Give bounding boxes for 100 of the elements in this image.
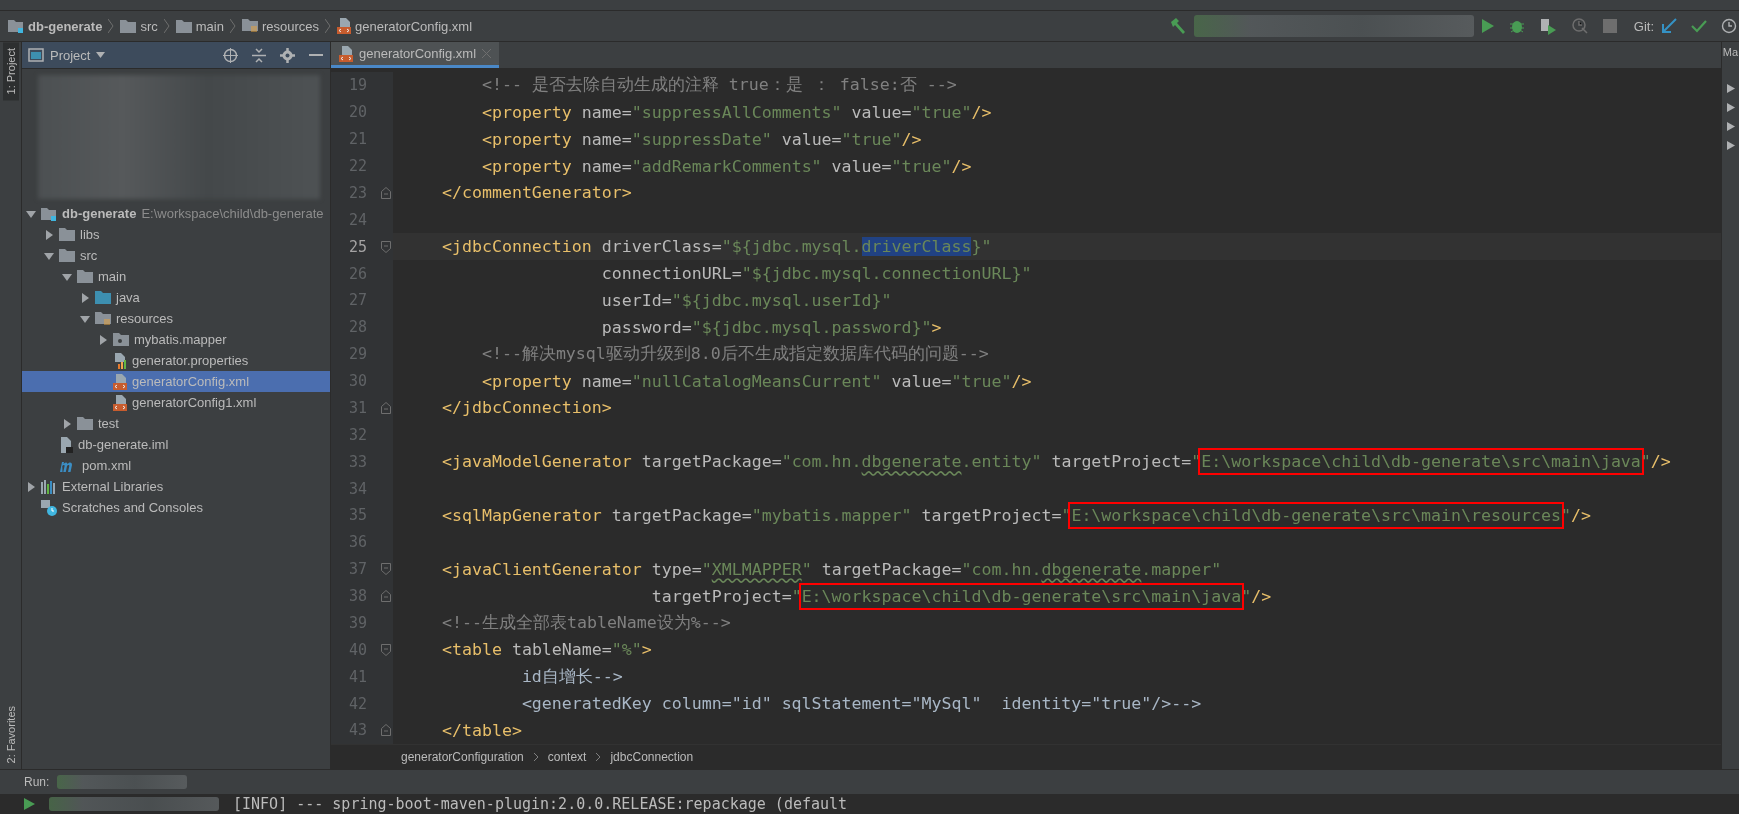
fold-marker-icon[interactable]: [381, 563, 391, 576]
tree-item-label: generatorConfig1.xml: [132, 395, 257, 410]
fold-marker-icon[interactable]: [381, 724, 391, 737]
package-folder-icon: [113, 333, 129, 346]
caret-icon[interactable]: [96, 52, 106, 58]
crosshair-icon[interactable]: [223, 47, 238, 63]
tree-item[interactable]: generatorConfig1.xml: [22, 392, 330, 413]
minimize-icon[interactable]: [309, 53, 323, 57]
fold-marker-icon[interactable]: [381, 186, 391, 199]
project-view-title[interactable]: Project: [50, 47, 91, 63]
tree-item[interactable]: Scratches and Consoles: [22, 497, 330, 518]
collapsed-arrow-icon[interactable]: [62, 418, 72, 429]
xml-tag: </commentGenerator>: [402, 183, 632, 203]
attribute-value: "mybatis.mapper": [751, 505, 912, 525]
attribute-value: dbgenerate: [1041, 559, 1142, 581]
project-tool-tab[interactable]: 1: Project: [2, 42, 19, 101]
tree-item[interactable]: generator.properties: [22, 350, 330, 371]
expanded-arrow-icon[interactable]: [62, 271, 72, 282]
tree-item[interactable]: pom.xml: [22, 455, 330, 476]
attribute-value: "true": [891, 156, 952, 176]
tree-item[interactable]: main: [22, 266, 330, 287]
triangle-icon[interactable]: [1726, 84, 1735, 93]
history-clock-icon[interactable]: [1721, 18, 1737, 34]
collapsed-arrow-icon[interactable]: [26, 481, 36, 492]
favorites-tool-tab[interactable]: 2: Favorites: [2, 699, 19, 769]
settings-icon[interactable]: [280, 47, 295, 63]
run-icon[interactable]: [1480, 18, 1495, 34]
editor-tab[interactable]: generatorConfig.xml: [331, 42, 500, 68]
attribute-name: type=: [650, 559, 702, 579]
resources-folder-icon: [241, 19, 258, 33]
code-comment: <!--解决mysql驱动升级到8.0后不生成指定数据库代码的问题-->: [480, 343, 989, 366]
attribute-name: name=: [580, 371, 632, 391]
structure-breadcrumb[interactable]: context: [547, 750, 587, 764]
structure-breadcrumb[interactable]: generatorConfiguration: [401, 750, 524, 764]
xml-tag: />: [1251, 586, 1272, 606]
triangle-icon[interactable]: [1726, 103, 1735, 112]
tree-item[interactable]: mybatis.mapper: [22, 329, 330, 350]
expanded-arrow-icon[interactable]: [26, 208, 36, 219]
tree-item-label: java: [116, 290, 140, 305]
xml-tag: />: [1570, 505, 1591, 525]
tree-item[interactable]: db-generate.iml: [22, 434, 330, 455]
attribute-name: userId=: [600, 290, 672, 310]
xml-tag: >: [641, 640, 652, 660]
tree-item[interactable]: db-generate E:\workspace\child\db-generate: [22, 203, 330, 224]
update-arrow-icon[interactable]: [1661, 18, 1677, 34]
tree-item-label: generator.properties: [132, 353, 249, 368]
breadcrumb-item[interactable]: db-generate: [8, 18, 103, 34]
module-folder-icon: [41, 206, 57, 221]
chevron-icon: [229, 19, 236, 33]
fold-marker-icon[interactable]: [381, 240, 391, 253]
tree-item-label: libs: [80, 227, 100, 242]
fold-marker-icon[interactable]: [381, 643, 391, 656]
attribute-name: value=: [850, 102, 912, 122]
expanded-arrow-icon[interactable]: [44, 250, 54, 261]
xml-tag: <jdbcConnection: [402, 237, 592, 257]
expanded-arrow-icon[interactable]: [80, 313, 90, 324]
run-icon[interactable]: [24, 798, 35, 810]
breadcrumb-item[interactable]: main: [175, 18, 224, 34]
tree-item-label: db-generate: [62, 206, 137, 221]
tree-item[interactable]: test: [22, 413, 330, 434]
stop-icon[interactable]: [1602, 19, 1617, 33]
run-label: Run:: [24, 775, 50, 789]
tree-item[interactable]: src: [22, 245, 330, 266]
selected-text: driverClass: [861, 237, 972, 257]
fold-marker-icon[interactable]: [381, 590, 391, 603]
triangle-icon[interactable]: [1726, 122, 1735, 131]
tree-item[interactable]: External Libraries: [22, 476, 330, 497]
structure-breadcrumb[interactable]: jdbcConnection: [610, 750, 694, 764]
collapsed-arrow-icon[interactable]: [98, 334, 108, 345]
tree-item[interactable]: libs: [22, 224, 330, 245]
hammer-icon[interactable]: [1168, 17, 1187, 35]
attribute-name: tableName=: [510, 640, 612, 660]
attribute-value: ": [701, 559, 712, 579]
triangle-icon[interactable]: [1726, 141, 1735, 150]
fold-marker-icon[interactable]: [381, 401, 391, 414]
breadcrumb-item[interactable]: src: [120, 18, 158, 34]
maven-tool-tab[interactable]: Ma: [1722, 46, 1739, 58]
coverage-run-icon[interactable]: [1538, 17, 1557, 35]
attribute-name: name=: [580, 102, 632, 122]
line-number: 25: [347, 237, 367, 256]
attribute-value: "%": [611, 640, 642, 660]
attribute-value: "addRemarkComments": [631, 156, 822, 176]
code-comment: <!-- 是否去除自动生成的注释 true：是 ： false:否 -->: [480, 74, 957, 97]
collapsed-arrow-icon[interactable]: [44, 229, 54, 240]
breadcrumb-item[interactable]: generatorConfig.xml: [337, 18, 473, 34]
collapse-all-icon[interactable]: [252, 47, 266, 63]
folder-icon: [120, 19, 137, 33]
tree-item[interactable]: java: [22, 287, 330, 308]
collapsed-arrow-icon[interactable]: [80, 292, 90, 303]
bug-icon[interactable]: [1508, 18, 1525, 34]
checkmark-icon[interactable]: [1691, 18, 1707, 34]
xml-tag: <property: [402, 156, 572, 176]
profiler-icon[interactable]: [1570, 17, 1589, 35]
tree-item-label: mybatis.mapper: [134, 332, 227, 347]
attribute-name: value=: [830, 156, 892, 176]
tree-item[interactable]: resources: [22, 308, 330, 329]
resources-folder-icon: [95, 311, 111, 326]
chevron-icon: [163, 19, 170, 33]
breadcrumb-item[interactable]: resources: [241, 18, 319, 34]
source-folder-icon: [95, 291, 111, 304]
